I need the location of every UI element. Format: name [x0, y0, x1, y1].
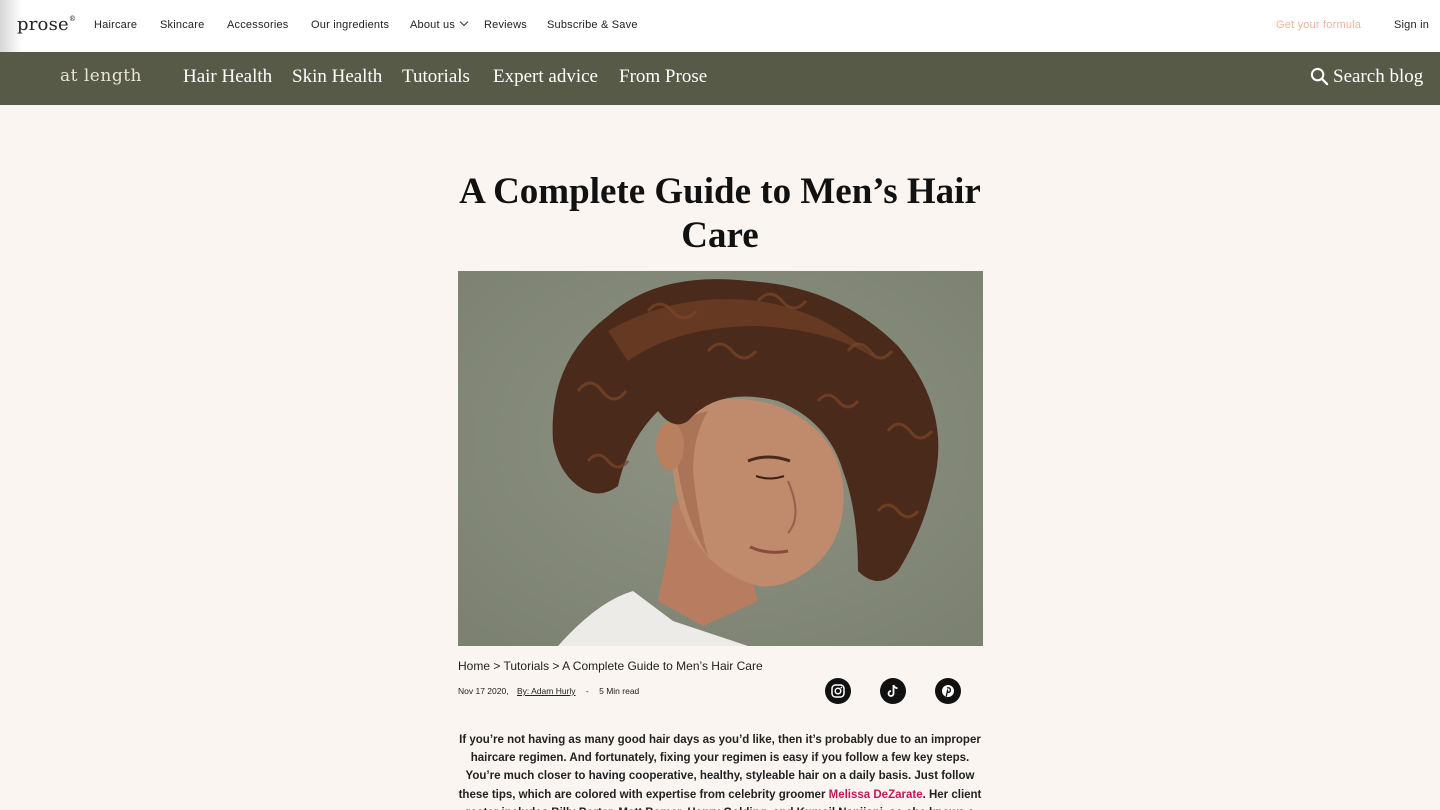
top-navigation-bar: prose® Haircare Skincare Accessories Our… — [0, 0, 1440, 52]
breadcrumb-home[interactable]: Home — [458, 659, 490, 673]
article-title: A Complete Guide to Men’s Hair Care — [459, 171, 981, 256]
hero-illustration — [458, 271, 983, 646]
nav-haircare[interactable]: Haircare — [94, 19, 137, 31]
search-blog-button[interactable]: Search blog — [1310, 66, 1423, 88]
blog-nav-tutorials[interactable]: Tutorials — [402, 66, 470, 88]
nav-about-us[interactable]: About us — [410, 17, 469, 31]
breadcrumb: Home > Tutorials > A Complete Guide to M… — [458, 659, 763, 673]
melissa-dezarate-link[interactable]: Melissa DeZarate — [829, 789, 923, 801]
search-icon — [1310, 67, 1329, 86]
publish-date: Nov 17 2020, — [458, 686, 509, 696]
nav-our-ingredients[interactable]: Our ingredients — [311, 19, 389, 31]
nav-about-us-label: About us — [410, 19, 456, 31]
blog-nav-hair-health[interactable]: Hair Health — [183, 66, 272, 88]
instagram-icon — [831, 684, 845, 698]
chevron-down-icon — [459, 17, 469, 27]
sign-in-link[interactable]: Sign in — [1394, 19, 1429, 31]
blog-nav-skin-health[interactable]: Skin Health — [292, 66, 382, 88]
hero-image — [458, 271, 983, 646]
nav-reviews[interactable]: Reviews — [484, 19, 527, 31]
search-blog-label: Search blog — [1333, 66, 1424, 87]
nav-accessories[interactable]: Accessories — [227, 19, 289, 31]
at-length-logo[interactable]: at length — [60, 66, 142, 86]
article-intro-paragraph: If you’re not having as many good hair d… — [455, 731, 985, 810]
read-time: 5 Min read — [599, 686, 640, 696]
author-link[interactable]: By: Adam Hurly — [517, 686, 576, 696]
breadcrumb-current: A Complete Guide to Men’s Hair Care — [562, 659, 763, 673]
pinterest-icon — [942, 685, 954, 697]
blog-navigation-bar: at length Hair Health Skin Health Tutori… — [0, 52, 1440, 105]
pinterest-share-button[interactable] — [935, 678, 961, 704]
article-meta: Nov 17 2020, By: Adam Hurly - 5 Min read — [458, 686, 639, 696]
tiktok-icon — [887, 684, 898, 697]
get-your-formula-link[interactable]: Get your formula — [1276, 19, 1361, 31]
prose-logo[interactable]: prose® — [17, 14, 76, 35]
breadcrumb-separator: > — [552, 659, 560, 673]
blog-nav-expert-advice[interactable]: Expert advice — [493, 66, 598, 88]
meta-separator: - — [585, 686, 589, 696]
breadcrumb-separator: > — [493, 659, 501, 673]
nav-skincare[interactable]: Skincare — [160, 19, 204, 31]
instagram-share-button[interactable] — [825, 678, 851, 704]
tiktok-share-button[interactable] — [880, 678, 906, 704]
blog-nav-from-prose[interactable]: From Prose — [619, 66, 707, 88]
nav-subscribe-save[interactable]: Subscribe & Save — [547, 19, 638, 31]
breadcrumb-tutorials[interactable]: Tutorials — [504, 659, 550, 673]
